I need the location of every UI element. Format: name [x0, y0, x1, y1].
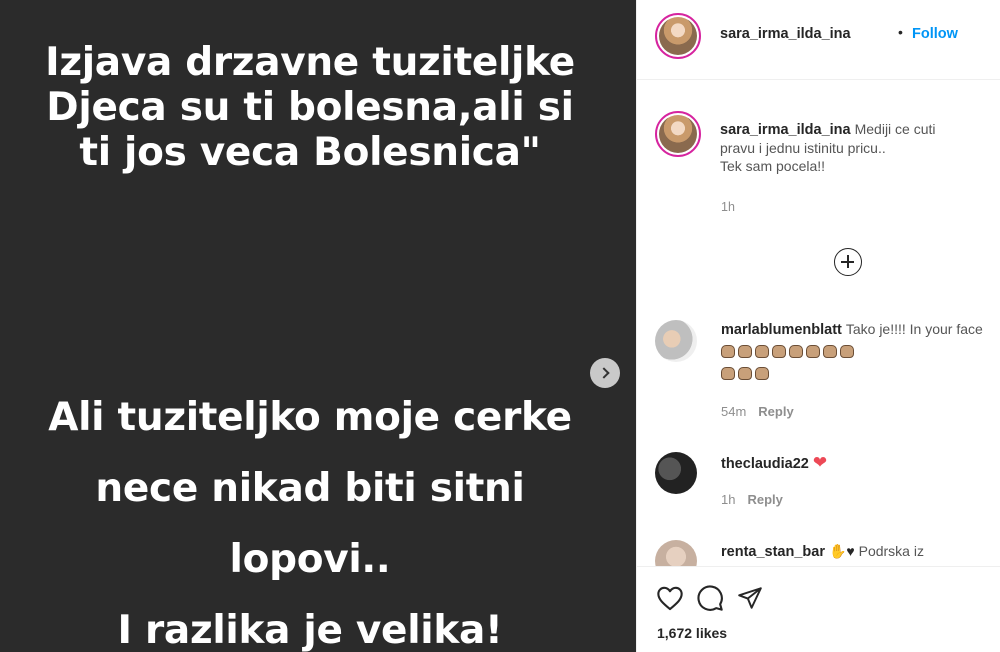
black-heart-emoji-icon: ♥: [846, 543, 855, 559]
comment-avatar[interactable]: [655, 452, 697, 494]
praying-hands-emoji-icon: ✋: [828, 543, 847, 559]
likes-count[interactable]: 1,672 likes: [657, 625, 727, 641]
comment-avatar[interactable]: [655, 320, 697, 362]
post-text-line: nece nikad biti sitni: [95, 466, 525, 511]
caption-body: Mediji ce cuti: [854, 121, 936, 137]
comment-timestamp[interactable]: 54m: [721, 404, 746, 419]
post-text-line: ti jos veca Bolesnica": [79, 130, 541, 175]
comment-username[interactable]: renta_stan_bar: [721, 544, 825, 560]
comment-icon[interactable]: [693, 581, 727, 615]
fist-bump-emoji-icon: [738, 345, 752, 358]
post-text-line: Djeca su ti bolesna,ali si: [46, 85, 574, 130]
comment-body: Podrska iz: [858, 543, 924, 559]
fist-bump-emoji-icon: [738, 367, 752, 380]
fist-bump-emoji-icon: [789, 345, 803, 358]
comment-username[interactable]: theclaudia22: [721, 456, 809, 472]
post-sidebar: sara_irma_ilda_ina • Follow sara_irma_il…: [636, 0, 1000, 652]
caption-avatar[interactable]: [655, 111, 701, 157]
fist-bump-emoji-icon: [755, 367, 769, 380]
fist-bump-emoji-icon: [755, 345, 769, 358]
comment-text: theclaudia22 ❤: [721, 452, 986, 475]
post-text-line: Ali tuziteljko moje cerke: [48, 395, 572, 440]
fist-bump-emoji-icon: [806, 345, 820, 358]
fist-bump-emoji-icon: [840, 345, 854, 358]
caption-body: Tek sam pocela!!: [720, 158, 826, 174]
heart-emoji-icon: ❤: [812, 453, 828, 472]
heart-outline-icon[interactable]: [653, 581, 687, 615]
separator-dot: •: [898, 24, 903, 40]
post-text-bottom: Ali tuziteljko moje cerke nece nikad bit…: [0, 382, 620, 652]
post-text-line: lopovi..: [229, 537, 391, 582]
paper-plane-icon[interactable]: [733, 581, 767, 615]
caption-username[interactable]: sara_irma_ilda_ina: [720, 122, 851, 138]
comment-meta: 1h Reply: [721, 492, 783, 507]
comment-username[interactable]: marlablumenblatt: [721, 322, 842, 338]
reply-button[interactable]: Reply: [758, 404, 793, 419]
header-username[interactable]: sara_irma_ilda_ina: [720, 26, 851, 42]
comment-body: Tako je!!!! In your face: [845, 321, 983, 337]
fist-bump-emoji-icon: [721, 345, 735, 358]
follow-button[interactable]: Follow: [912, 26, 958, 42]
caption-timestamp[interactable]: 1h: [721, 200, 735, 214]
post-text-line: Izjava drzavne tuziteljke: [45, 40, 575, 85]
avatar[interactable]: [655, 13, 701, 59]
reply-button[interactable]: Reply: [747, 492, 782, 507]
comment-meta: 54m Reply: [721, 404, 794, 419]
post-text-top: Izjava drzavne tuziteljke Djeca su ti bo…: [0, 40, 620, 175]
fist-bump-emoji-icon: [772, 345, 786, 358]
fist-bump-emoji-icon: [721, 367, 735, 380]
fist-bump-emoji-icon: [823, 345, 837, 358]
next-slide-icon[interactable]: [590, 358, 620, 388]
action-bar: 1,672 likes: [637, 566, 1000, 652]
comment-text: renta_stan_bar ✋♥ Podrska iz: [721, 540, 986, 563]
load-more-comments-icon[interactable]: [834, 248, 862, 276]
comment-timestamp[interactable]: 1h: [721, 492, 735, 507]
post-header: sara_irma_ilda_ina • Follow: [637, 0, 1000, 80]
post-text-line: I razlika je velika!: [117, 608, 503, 652]
post-media: Izjava drzavne tuziteljke Djeca su ti bo…: [0, 0, 636, 652]
caption-body: pravu i jednu istinitu pricu..: [720, 140, 886, 156]
caption-text: sara_irma_ilda_ina Mediji ce cuti pravu i…: [720, 120, 990, 175]
comment-text: marlablumenblatt Tako je!!!! In your face: [721, 318, 986, 385]
